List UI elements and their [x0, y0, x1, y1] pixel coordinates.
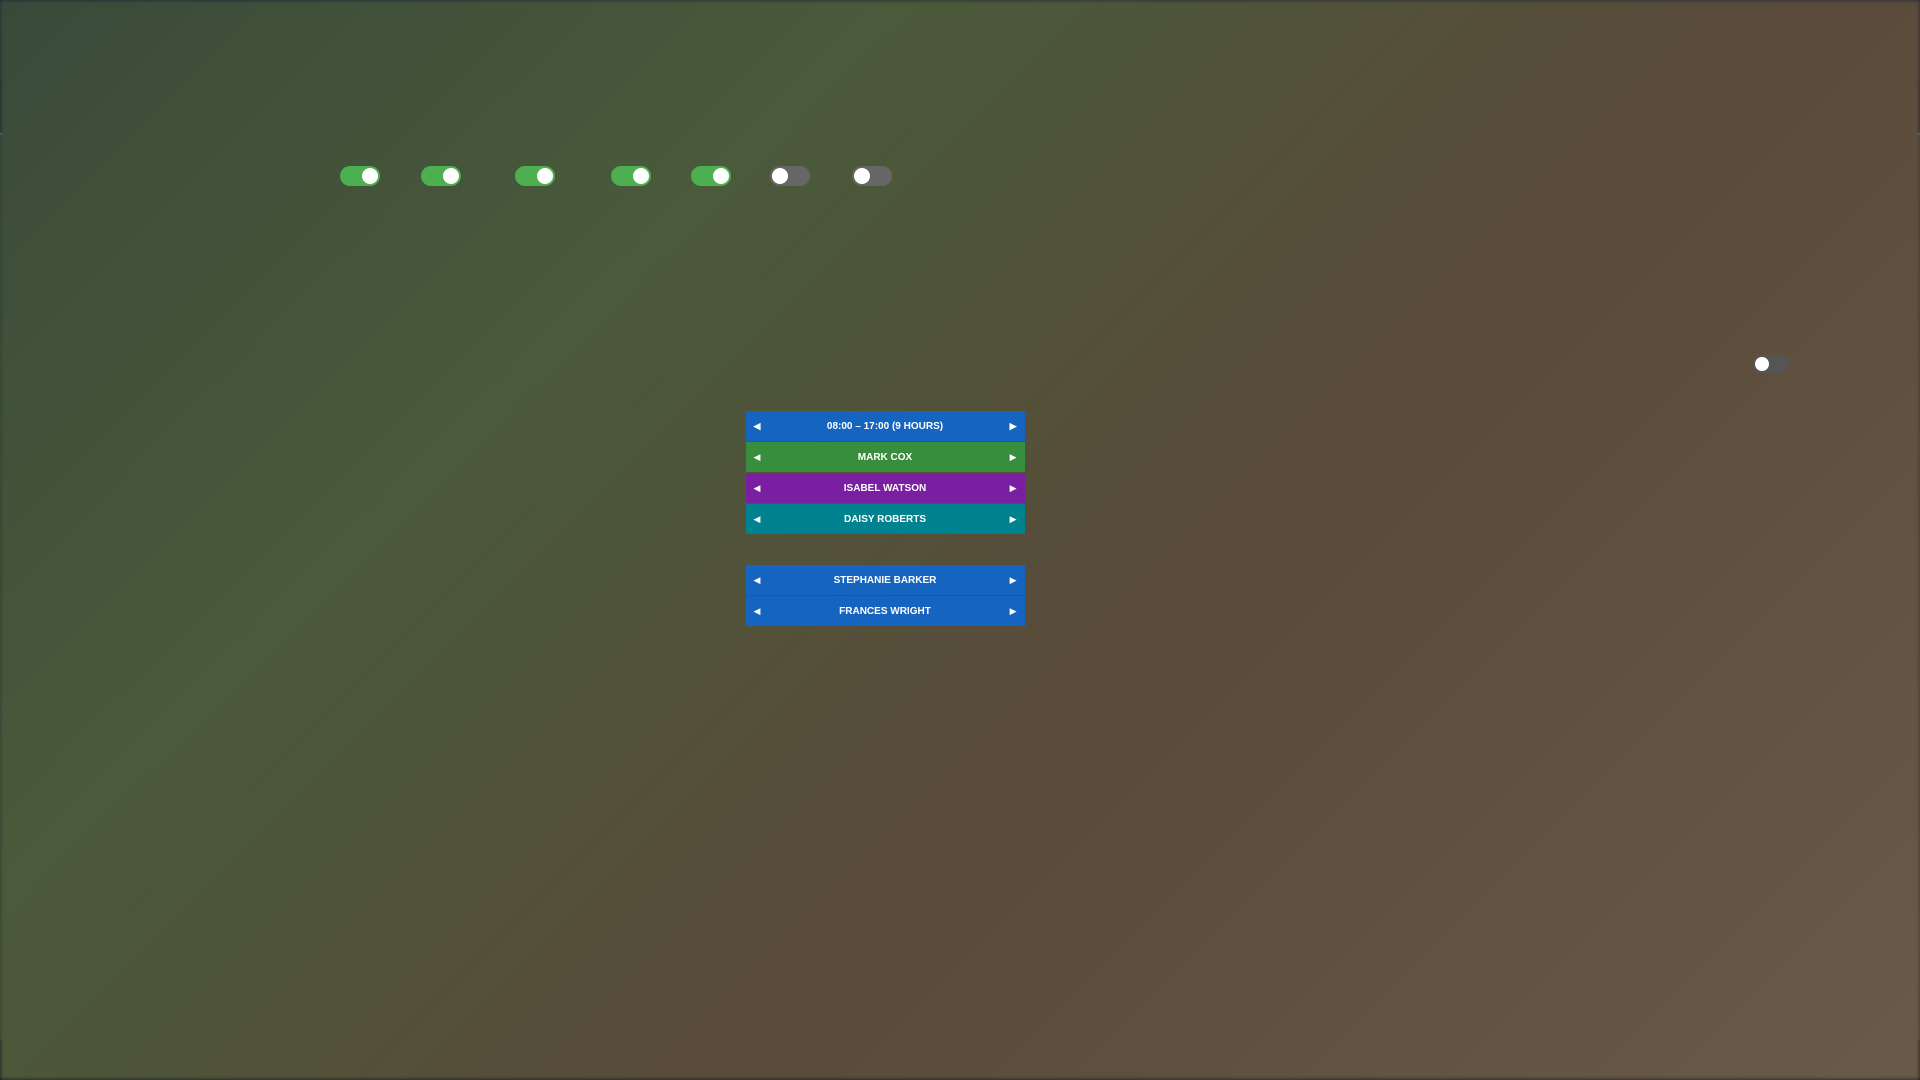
- c2-bar-left: ◀: [754, 483, 761, 494]
- c6-bar-text: FRANCES WRIGHT: [839, 606, 931, 617]
- day-saturday-toggle[interactable]: [770, 166, 810, 186]
- day-thursday-toggle[interactable]: [611, 166, 651, 186]
- c2-bar[interactable]: ◀ ISABEL WATSON ▶: [745, 473, 1025, 504]
- c5-bar-left: ◀: [754, 575, 761, 586]
- c3-bar-left: ◀: [754, 514, 761, 525]
- c3-bar[interactable]: ◀ DAISY ROBERTS ▶: [745, 504, 1025, 535]
- oh-bar-label: ◀: [754, 421, 761, 432]
- day-tuesday-toggle[interactable]: [421, 166, 461, 186]
- c6-bar[interactable]: ◀ FRANCES WRIGHT ▶: [745, 596, 1025, 627]
- c5-bar[interactable]: ◀ STEPHANIE BARKER ▶: [745, 565, 1025, 596]
- c2-bar-text: ISABEL WATSON: [844, 483, 926, 494]
- c6-bar-right: ▶: [1010, 606, 1017, 617]
- c3-bar-text: DAISY ROBERTS: [844, 514, 926, 525]
- c1-bar-right: ▶: [1010, 452, 1017, 463]
- schedule-shared-toggle[interactable]: [1753, 355, 1789, 373]
- oh-bar-cell[interactable]: ◀ 08:00 – 17:00 (9 HOURS) ▶: [745, 411, 1025, 442]
- c5-bar-text: STEPHANIE BARKER: [834, 575, 937, 586]
- c2-bar-right: ▶: [1010, 483, 1017, 494]
- oh-bar-text: 08:00 – 17:00 (9 HOURS): [827, 421, 943, 432]
- day-wednesday-toggle[interactable]: [515, 166, 555, 186]
- c1-bar[interactable]: ◀ MARK COX ▶: [745, 442, 1025, 473]
- day-friday-toggle[interactable]: [691, 166, 731, 186]
- c6-bar-left: ◀: [754, 606, 761, 617]
- day-monday-toggle[interactable]: [340, 166, 380, 186]
- c1-bar-left: ◀: [754, 452, 761, 463]
- c3-bar-right: ▶: [1010, 514, 1017, 525]
- oh-bar-right: ▶: [1010, 421, 1017, 432]
- c5-bar-right: ▶: [1010, 575, 1017, 586]
- day-sunday-toggle[interactable]: [852, 166, 892, 186]
- c1-bar-text: MARK COX: [858, 452, 912, 463]
